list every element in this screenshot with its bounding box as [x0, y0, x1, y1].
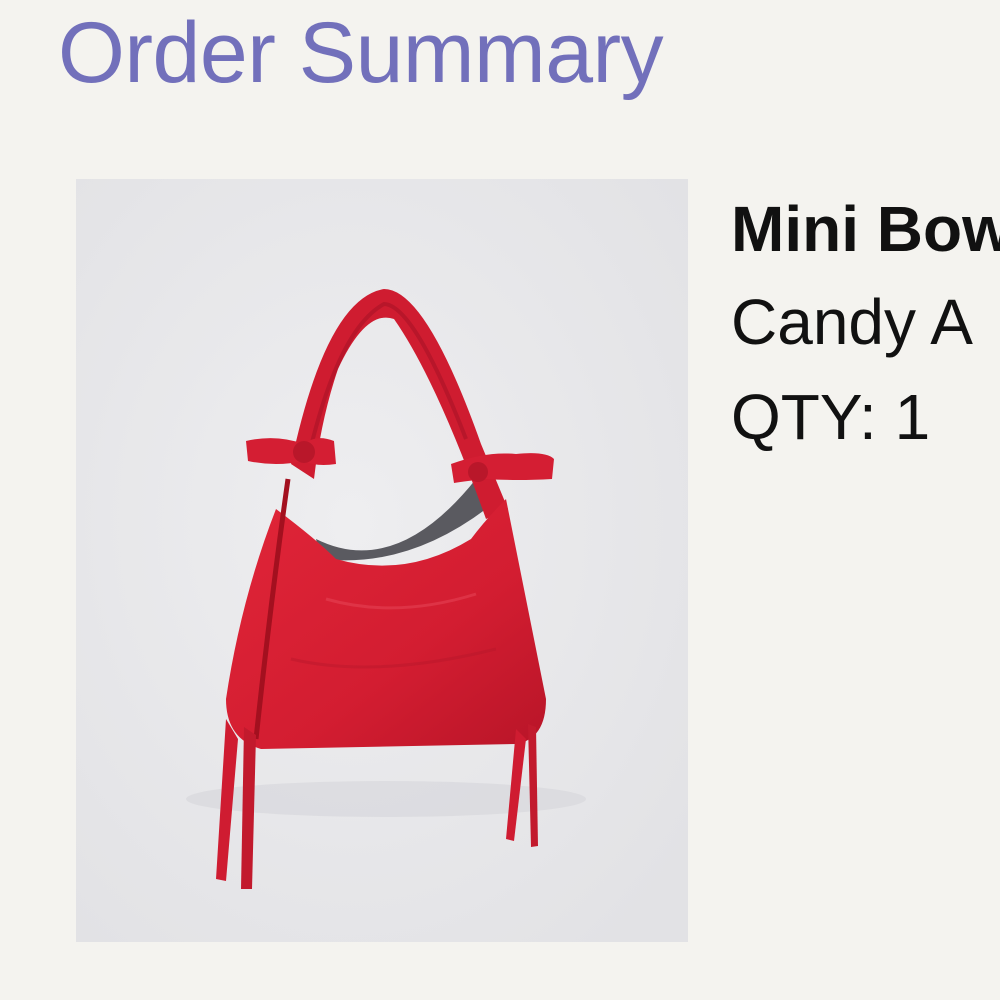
product-quantity: QTY: 1: [731, 381, 931, 453]
red-bow-handbag-icon: [76, 179, 688, 942]
product-variant: Candy A: [731, 286, 973, 358]
product-image: [76, 179, 688, 942]
product-details: Mini Bow Candy A QTY: 1: [731, 186, 1000, 462]
page-title: Order Summary: [58, 5, 664, 101]
product-name: Mini Bow: [731, 193, 1000, 265]
order-summary-page: Order Summary Mini Bow Candy A QTY: 1: [0, 0, 1000, 1000]
